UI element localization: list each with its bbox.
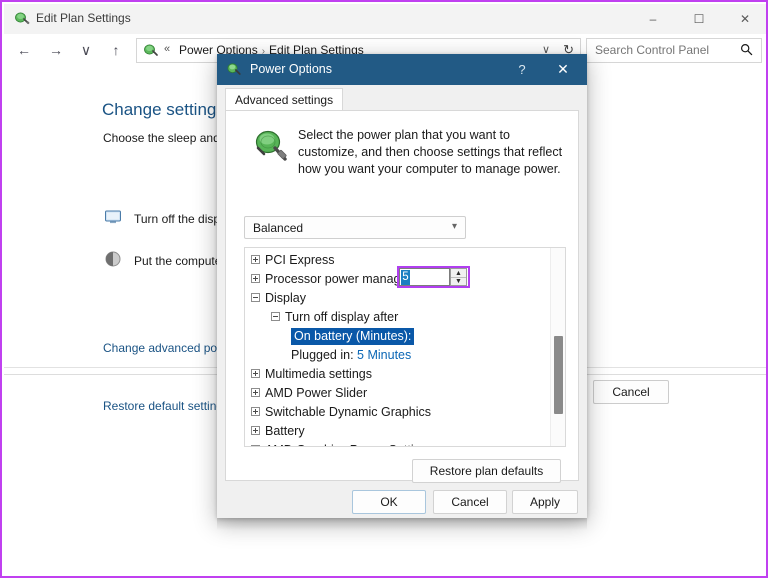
spinner-up-icon[interactable]: ▲	[451, 269, 466, 277]
ok-button[interactable]: OK	[352, 490, 426, 514]
dialog-titlebar: Power Options ? ✕	[217, 54, 587, 85]
tree-item-multimedia-settings[interactable]: Multimedia settings	[245, 365, 550, 384]
expand-icon[interactable]	[251, 426, 260, 436]
control-panel-titlebar: Edit Plan Settings – ☐ ✕	[4, 4, 766, 35]
setting-row-sleep: Put the computer	[134, 254, 226, 268]
tree-item-label: Turn off display after	[285, 310, 399, 324]
close-button[interactable]: ✕	[722, 4, 766, 34]
spinner-value: 5	[401, 270, 410, 285]
tree-item-turn-off-display-after[interactable]: Turn off display after	[245, 308, 550, 327]
spinner-down-icon[interactable]: ▼	[451, 277, 466, 285]
tree-item-battery[interactable]: Battery	[245, 422, 550, 441]
forward-icon[interactable]: →	[44, 38, 68, 62]
cancel-button[interactable]: Cancel	[433, 490, 507, 514]
tab-panel-advanced-settings: Select the power plan that you want to c…	[225, 110, 579, 483]
help-icon[interactable]: ?	[505, 54, 539, 85]
on-battery-minutes-input[interactable]: 5	[399, 268, 450, 286]
tabstrip: Advanced settings	[225, 88, 579, 111]
cancel-button[interactable]: Cancel	[593, 380, 669, 404]
address-prefix: «	[164, 43, 171, 55]
dialog-title: Power Options	[250, 62, 332, 76]
expand-icon[interactable]	[251, 445, 260, 446]
tree-item-label: Multimedia settings	[265, 367, 372, 381]
link-restore-default-settings[interactable]: Restore default setting	[103, 399, 223, 413]
back-icon[interactable]: ←	[12, 38, 36, 62]
dialog-footer: OK Cancel Apply	[217, 487, 587, 518]
power-plan-value: Balanced	[253, 221, 304, 235]
power-plug-icon	[14, 11, 30, 27]
tree-scrollbar[interactable]	[550, 248, 565, 446]
power-plug-icon	[226, 62, 242, 78]
expand-icon[interactable]	[251, 388, 260, 398]
screenshot-root: Edit Plan Settings – ☐ ✕ ← → ∨ ↑ « Power…	[0, 0, 768, 578]
dialog-body: Advanced settings Select the power plan …	[217, 85, 587, 487]
minimize-button[interactable]: –	[630, 4, 676, 34]
restore-plan-defaults-button[interactable]: Restore plan defaults	[412, 459, 561, 483]
tree-item-label: Switchable Dynamic Graphics	[265, 405, 432, 419]
chevron-down-icon: ▾	[451, 221, 457, 232]
expand-icon[interactable]	[251, 274, 260, 284]
apply-button[interactable]: Apply	[512, 490, 578, 514]
collapse-icon[interactable]	[251, 293, 260, 303]
search-icon	[740, 43, 753, 59]
tree-item-on-battery[interactable]: On battery (Minutes):	[245, 327, 550, 346]
tree-item-value: 5 Minutes	[357, 348, 412, 362]
tree-item-plugged-in[interactable]: Plugged in: 5 Minutes	[245, 346, 550, 365]
tree-item-label: AMD Graphics Power Settings	[265, 443, 434, 446]
spinner-buttons[interactable]: ▲ ▼	[450, 268, 467, 286]
expand-icon[interactable]	[251, 369, 260, 379]
tree-item-label-selected: On battery (Minutes):	[291, 328, 415, 345]
expand-icon[interactable]	[251, 255, 260, 265]
tab-advanced-settings[interactable]: Advanced settings	[225, 88, 344, 111]
close-icon[interactable]: ✕	[543, 54, 583, 85]
power-plug-icon	[254, 128, 288, 166]
collapse-icon[interactable]	[271, 312, 280, 322]
display-icon	[104, 208, 122, 226]
control-panel-title: Edit Plan Settings	[36, 11, 131, 25]
chevron-down-icon[interactable]: ∨	[74, 38, 98, 62]
link-change-advanced-power-settings[interactable]: Change advanced pov	[103, 341, 223, 355]
search-input[interactable]: Search Control Panel	[595, 43, 709, 57]
scrollbar-thumb[interactable]	[554, 336, 563, 414]
tree-item-amd-power-slider[interactable]: AMD Power Slider	[245, 384, 550, 403]
tree-item-amd-graphics-power-settings[interactable]: AMD Graphics Power Settings	[245, 441, 550, 446]
tree-item-switchable-dynamic-graphics[interactable]: Switchable Dynamic Graphics	[245, 403, 550, 422]
sleep-icon	[104, 250, 122, 268]
expand-icon[interactable]	[251, 407, 260, 417]
setting-row-display: Turn off the displ	[134, 212, 223, 226]
dialog-description: Select the power plan that you want to c…	[298, 128, 563, 176]
tree-item-display[interactable]: Display	[245, 289, 550, 308]
maximize-button[interactable]: ☐	[676, 4, 722, 34]
power-plan-select[interactable]: Balanced ▾	[244, 216, 466, 239]
power-options-dialog: Power Options ? ✕ Advanced settings Sele…	[217, 54, 587, 518]
power-plug-icon	[143, 43, 159, 59]
page-subtitle: Choose the sleep and	[103, 131, 220, 145]
tree-item-label: Battery	[265, 424, 305, 438]
page-title: Change settings	[102, 100, 225, 119]
up-icon[interactable]: ↑	[104, 38, 128, 62]
tree-item-label: AMD Power Slider	[265, 386, 368, 400]
tree-item-label: PCI Express	[265, 253, 335, 267]
tree-item-label: Plugged in:	[291, 348, 354, 362]
search-box[interactable]: Search Control Panel	[586, 38, 762, 63]
tree-item-label: Display	[265, 291, 306, 305]
